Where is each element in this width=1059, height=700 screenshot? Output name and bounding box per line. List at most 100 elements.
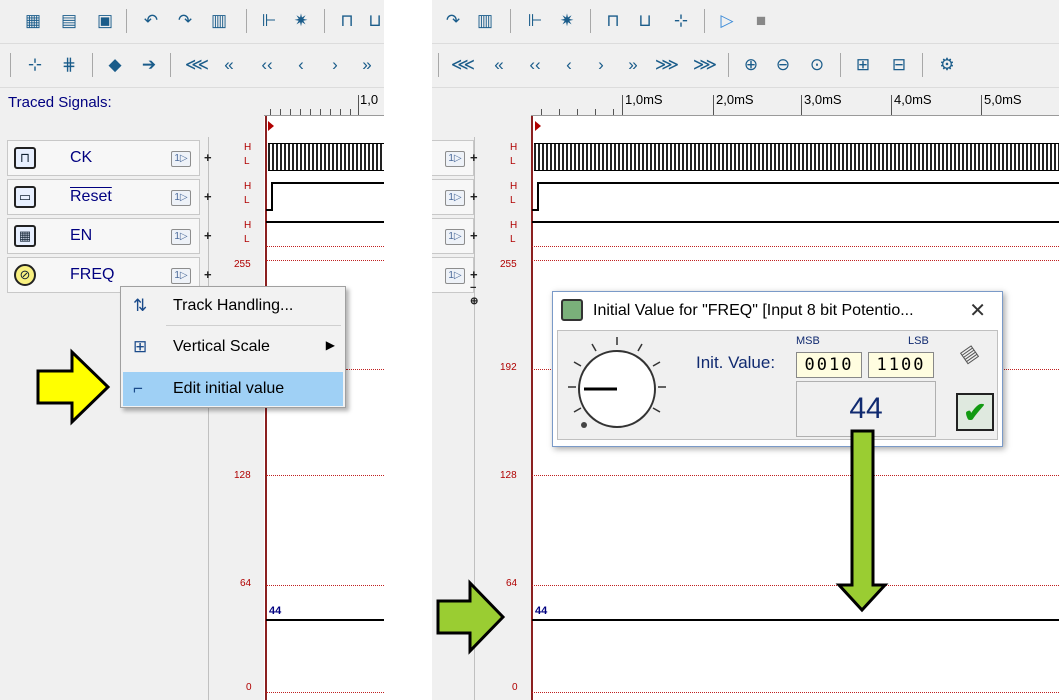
remove-signal-icon[interactable]: ⊟: [886, 52, 912, 78]
fast-forward-icon[interactable]: »: [354, 52, 380, 78]
redo-icon[interactable]: ↷: [172, 8, 198, 34]
add-signal-icon[interactable]: ⊞: [850, 52, 876, 78]
scale-label: 128: [500, 470, 517, 481]
expand-icon[interactable]: +: [470, 228, 478, 243]
trace-insert-icon[interactable]: ⊩: [522, 8, 548, 34]
pulse-edit-icon[interactable]: ⊔: [632, 8, 658, 34]
grid-line: [266, 585, 384, 586]
arrow-left-icon[interactable]: ◆: [102, 52, 128, 78]
go-start-icon[interactable]: ⋘: [450, 52, 476, 78]
time-cursor[interactable]: [265, 116, 267, 700]
time-cursor[interactable]: [531, 116, 533, 700]
signal-options-button[interactable]: 1▷: [445, 268, 465, 284]
pulse-icon[interactable]: ⊓: [334, 8, 360, 34]
signal-options-button[interactable]: 1▷: [445, 229, 465, 245]
expand-icon[interactable]: +: [470, 189, 478, 204]
signal-options-button[interactable]: 1▷: [445, 151, 465, 167]
expand-icon[interactable]: +: [204, 150, 212, 165]
collapse-icon[interactable]: −: [470, 282, 476, 294]
save-simulation-icon[interactable]: ▥: [206, 8, 232, 34]
new-board-icon[interactable]: ▦: [20, 8, 46, 34]
cursor-select-icon[interactable]: ⊹: [22, 52, 48, 78]
menu-item-label: Track Handling...: [173, 297, 294, 314]
zoom-out-icon[interactable]: ⊖: [770, 52, 796, 78]
settings-icon[interactable]: ⚙: [934, 52, 960, 78]
rewind-icon[interactable]: ‹‹: [522, 52, 548, 78]
signal-row-en[interactable]: 1▷: [432, 218, 474, 254]
fast-rewind-icon[interactable]: «: [486, 52, 512, 78]
reset-waveform-high: [271, 182, 384, 184]
step-back-icon[interactable]: ‹: [288, 52, 314, 78]
expand-icon[interactable]: +: [204, 228, 212, 243]
signal-row-ck[interactable]: ⊓ CK 1▷: [7, 140, 200, 176]
menu-item-track-handling[interactable]: ⇅ Track Handling...: [123, 289, 343, 323]
rewind-icon[interactable]: ‹‹: [254, 52, 280, 78]
expand-icon[interactable]: +: [204, 267, 212, 282]
ok-button[interactable]: ✔: [956, 393, 994, 431]
ruler-label: 4,0mS: [894, 92, 932, 107]
signal-row-en[interactable]: ▦ EN 1▷: [7, 218, 200, 254]
expand-icon[interactable]: +: [470, 150, 478, 165]
lsb-label: LSB: [908, 335, 929, 347]
high-label: H: [510, 220, 518, 231]
fast-forward-icon[interactable]: »: [620, 52, 646, 78]
high-label: H: [244, 142, 252, 153]
dialog-body: Init. Value: MSB LSB 0010 1100 44 ▤ ✔: [557, 330, 998, 440]
signal-name: CK: [70, 149, 93, 166]
signal-row-freq[interactable]: 1▷: [432, 257, 474, 293]
decimal-value: 44: [796, 381, 936, 437]
initial-value-dialog: Initial Value for "FREQ" [Input 8 bit Po…: [552, 291, 1003, 447]
component-icon[interactable]: ▣: [92, 8, 118, 34]
step-back-icon[interactable]: ‹: [556, 52, 582, 78]
signal-row-ck[interactable]: 1▷: [432, 140, 474, 176]
pulse-edit-icon[interactable]: ⊔: [362, 8, 384, 34]
step-forward-icon[interactable]: ›: [322, 52, 348, 78]
fast-rewind-icon[interactable]: «: [216, 52, 242, 78]
save-simulation-icon[interactable]: ▥: [472, 8, 498, 34]
waveform-area[interactable]: [264, 116, 384, 700]
signal-name: EN: [70, 227, 93, 244]
stop-icon[interactable]: ■: [748, 8, 774, 34]
menu-item-edit-initial-value[interactable]: ⌐ Edit initial value: [123, 372, 343, 406]
pulse-icon[interactable]: ⊓: [600, 8, 626, 34]
clock-waveform: [268, 143, 384, 171]
trace-insert-icon[interactable]: ⊩: [256, 8, 282, 34]
navigation-toolbar: ⋘ « ‹‹ ‹ › » ⋙ ⋙ ⊕ ⊖ ⊙ ⊞ ⊟ ⚙: [432, 44, 1059, 88]
menu-item-vertical-scale[interactable]: ⊞ Vertical Scale ▶: [123, 330, 343, 364]
zoom-in-icon[interactable]: ⊕: [738, 52, 764, 78]
potentiometer-knob[interactable]: [564, 333, 670, 439]
freq-value-label: 44: [269, 605, 282, 617]
signal-options-button[interactable]: 1▷: [171, 229, 191, 245]
scroll-icon[interactable]: ⊕: [470, 296, 478, 307]
signal-options-button[interactable]: 1▷: [445, 190, 465, 206]
run-icon[interactable]: ▷: [714, 8, 740, 34]
grid-line: [532, 246, 1059, 247]
grid-icon[interactable]: ⋕: [56, 52, 82, 78]
signal-options-button[interactable]: 1▷: [171, 268, 191, 284]
trace-remove-icon[interactable]: ✷: [288, 8, 314, 34]
probe-icon[interactable]: ⊹: [668, 8, 694, 34]
expand-icon[interactable]: +: [470, 267, 478, 282]
zoom-fit-icon[interactable]: ⊙: [804, 52, 830, 78]
board-list-icon[interactable]: ▤: [56, 8, 82, 34]
redo-icon[interactable]: ↷: [440, 8, 466, 34]
forward-more-icon[interactable]: ⋙: [654, 52, 680, 78]
undo-icon[interactable]: ↶: [138, 8, 164, 34]
grid-line: [266, 246, 384, 247]
arrow-right-icon[interactable]: ➔: [136, 52, 162, 78]
high-nibble-field[interactable]: 0010: [796, 352, 862, 378]
signal-options-button[interactable]: 1▷: [171, 151, 191, 167]
close-button[interactable]: ✕: [969, 298, 986, 323]
vertical-scale-icon: ⊞: [133, 337, 148, 356]
go-start-icon[interactable]: ⋘: [184, 52, 210, 78]
signal-row-reset[interactable]: ▭ Reset 1▷: [7, 179, 200, 215]
scale-label: 128: [234, 470, 251, 481]
step-forward-icon[interactable]: ›: [588, 52, 614, 78]
memory-chip-icon[interactable]: ▤: [956, 336, 990, 369]
signal-row-reset[interactable]: 1▷: [432, 179, 474, 215]
expand-icon[interactable]: +: [204, 189, 212, 204]
trace-remove-icon[interactable]: ✷: [554, 8, 580, 34]
signal-options-button[interactable]: 1▷: [171, 190, 191, 206]
low-nibble-field[interactable]: 1100: [868, 352, 934, 378]
go-end-icon[interactable]: ⋙: [692, 52, 718, 78]
